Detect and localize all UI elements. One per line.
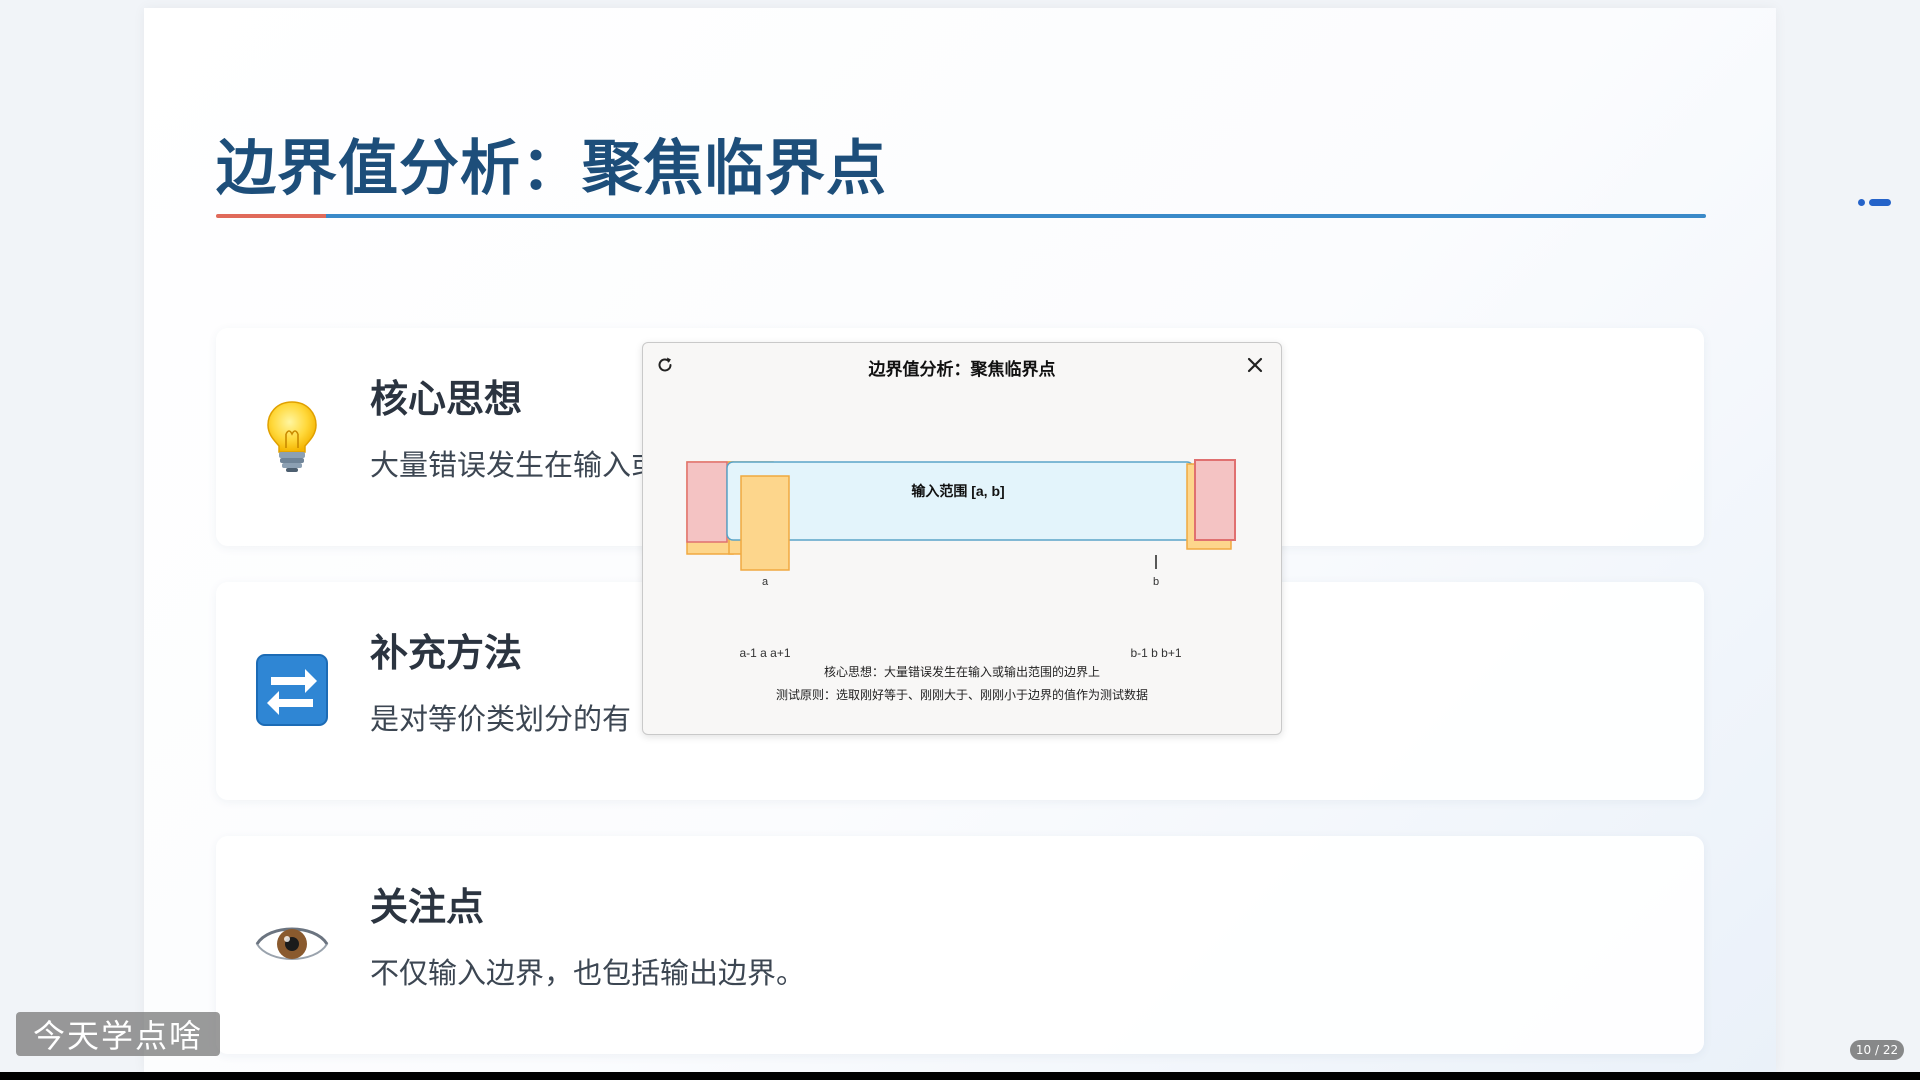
right-outside-box — [1194, 459, 1236, 541]
left-boundary-point-box — [740, 475, 790, 571]
card-title: 关注点 — [370, 885, 485, 929]
card-description: 是对等价类划分的有 — [370, 702, 632, 736]
nav-dot-active[interactable] — [1869, 199, 1891, 206]
input-range-box — [726, 461, 1194, 541]
label-left-points: a-1 a a+1 — [739, 646, 790, 660]
card-title: 补充方法 — [370, 631, 523, 675]
boundary-diagram: 输入范围 [a, b] a b a-1 a a+1 b-1 b b+1 — [686, 459, 1236, 660]
popup-title: 边界值分析：聚焦临界点 — [868, 360, 1056, 380]
arrows-cycle-icon — [254, 652, 330, 728]
title-divider — [216, 214, 1706, 218]
watermark-logo: 今天学点啥 — [16, 1012, 220, 1056]
nav-dot[interactable] — [1858, 199, 1865, 206]
card-description: 不仅输入边界，也包括输出边界。 — [370, 956, 806, 990]
card-focus-point: 关注点 不仅输入边界，也包括输出边界。 — [216, 836, 1704, 1054]
slide-nav-indicator[interactable] — [1858, 199, 1891, 206]
popup-note-test-principle: 测试原则：选取刚好等于、刚刚大于、刚刚小于边界的值作为测试数据 — [775, 688, 1148, 702]
card-title: 核心思想 — [370, 377, 523, 421]
range-label: 输入范围 [a, b] — [911, 483, 1004, 499]
page-counter: 10 / 22 — [1850, 1040, 1904, 1060]
diagram-popup: 边界值分析：聚焦临界点 输入范围 [a, b] a b a-1 a a+1 b-… — [642, 342, 1282, 735]
bottom-bar — [0, 1072, 1920, 1080]
popup-header: 边界值分析：聚焦临界点 — [643, 343, 1281, 385]
eye-icon — [254, 906, 330, 982]
close-icon[interactable] — [1245, 355, 1265, 375]
popup-note-core-idea: 核心思想：大量错误发生在输入或输出范围的边界上 — [823, 665, 1100, 679]
slide-title: 边界值分析：聚焦临界点 — [216, 134, 887, 204]
card-description: 大量错误发生在输入或 — [370, 448, 661, 482]
label-b: b — [1153, 576, 1159, 588]
label-a: a — [762, 576, 769, 588]
lightbulb-icon — [254, 398, 330, 474]
label-right-points: b-1 b b+1 — [1130, 646, 1181, 660]
left-outside-box — [686, 461, 728, 543]
